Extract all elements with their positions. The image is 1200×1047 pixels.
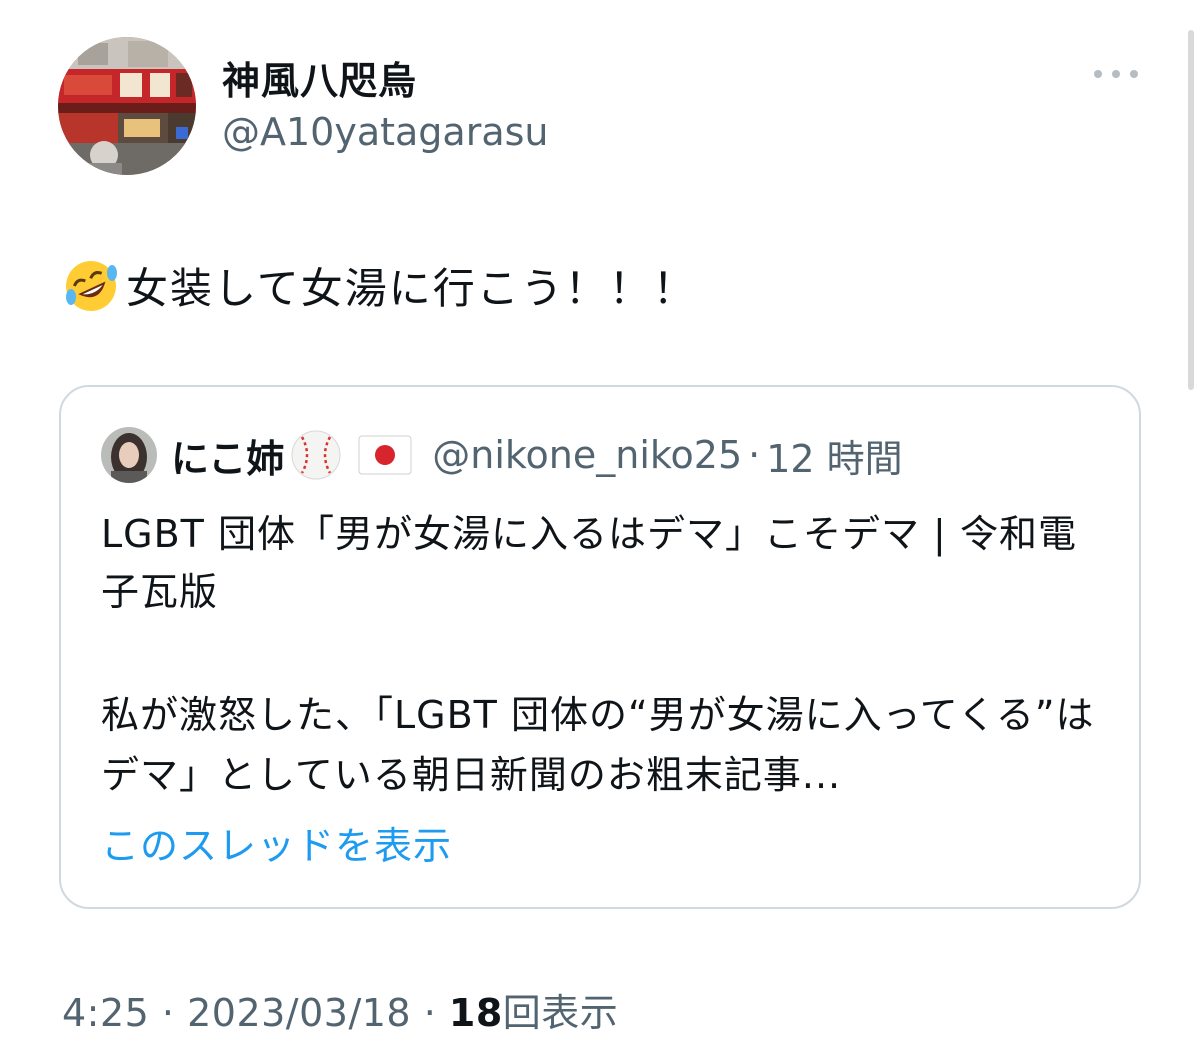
meta-separator: · <box>149 991 188 1035</box>
views-count[interactable]: 18 <box>449 991 503 1035</box>
quote-author-handle: @nikone_niko25 <box>432 433 743 477</box>
views-label: 回表示 <box>502 991 619 1035</box>
author-avatar[interactable] <box>58 37 196 175</box>
show-thread-link[interactable]: このスレッドを表示 <box>101 815 452 870</box>
quote-separator: · <box>748 433 761 477</box>
tweet-time[interactable]: 4:25 <box>62 991 149 1035</box>
author-handle[interactable]: @A10yatagarasu <box>222 110 549 154</box>
quote-body: 私が激怒した、「LGBT 団体の“男が女湯に入ってくる”はデマ」としている朝日新… <box>101 693 1095 797</box>
quote-title: LGBT 団体「男が女湯に入るはデマ」こそデマ | 令和電子瓦版 <box>101 512 1077 614</box>
tweet-detail: 神風八咫烏 @A10yatagarasu 女装して女湯に行こう！！！ にこ姉 @… <box>0 0 1200 1047</box>
scrollbar[interactable] <box>1188 30 1194 390</box>
japan-flag-emoji-icon <box>358 435 412 475</box>
baseball-emoji-icon <box>291 430 341 480</box>
quoted-tweet-card[interactable]: にこ姉 @nikone_niko25 · 12 時間 LGBT 団体「男が女湯に… <box>59 385 1141 909</box>
quote-timestamp[interactable]: 12 時間 <box>766 428 902 483</box>
tweet-text: 女装して女湯に行こう！！！ <box>62 255 697 316</box>
woman-portrait-avatar-icon <box>101 427 157 483</box>
quote-header: にこ姉 @nikone_niko25 · 12 時間 <box>101 425 903 485</box>
dot <box>1112 70 1120 78</box>
author-display-name[interactable]: 神風八咫烏 <box>222 50 417 105</box>
tweet-meta: 4:25 · 2023/03/18 · 18回表示 <box>62 982 618 1037</box>
dot <box>1130 70 1138 78</box>
tweet-text-content: 女装して女湯に行こう！！！ <box>126 264 697 313</box>
dot <box>1094 70 1102 78</box>
ramen-shop-avatar-icon <box>58 37 196 175</box>
meta-separator: · <box>411 991 449 1035</box>
rolling-on-floor-laughing-emoji-icon <box>66 260 117 311</box>
tweet-date[interactable]: 2023/03/18 <box>187 991 411 1035</box>
more-dots-icon[interactable] <box>1094 58 1138 90</box>
quote-author-name[interactable]: にこ姉 <box>171 428 284 483</box>
quote-author-avatar[interactable] <box>101 427 157 483</box>
